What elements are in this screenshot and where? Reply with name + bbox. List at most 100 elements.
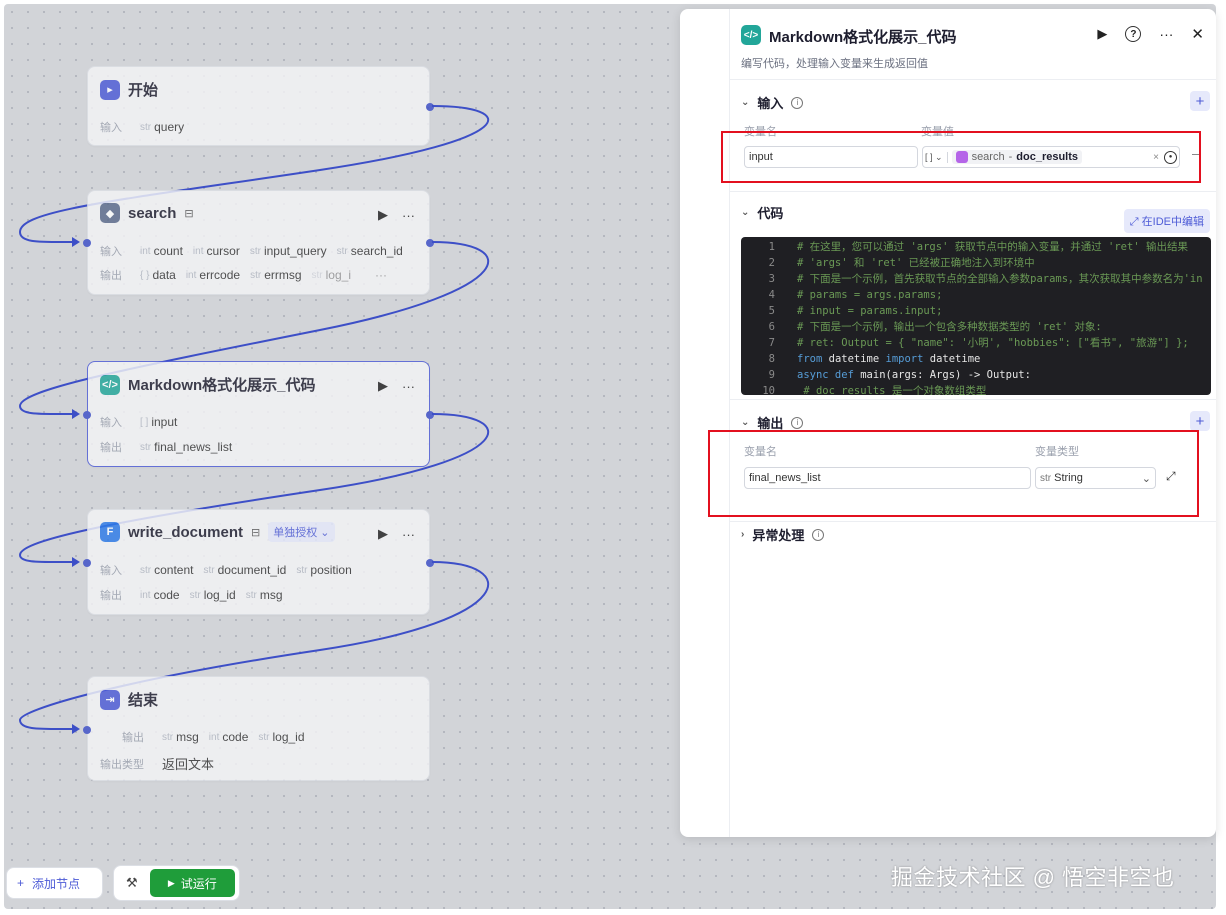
input-section-header[interactable]: ⌄ 输入 i bbox=[741, 93, 804, 112]
help-icon[interactable]: ? bbox=[1125, 26, 1142, 42]
panel-title: Markdown格式化展示_代码 bbox=[769, 29, 957, 46]
node-title: Markdown格式化展示_代码 bbox=[128, 377, 316, 394]
code-token: # ret: Output = { "name": '小明', "hobbies… bbox=[797, 337, 1189, 349]
line-number: 10 bbox=[762, 385, 775, 395]
input-port[interactable] bbox=[83, 726, 91, 734]
document-icon: F bbox=[100, 522, 120, 542]
play-circle-icon: ▸ bbox=[100, 79, 120, 100]
input-label: 输入 bbox=[100, 122, 122, 134]
code-line[interactable]: 7 # ret: Output = { "name": '小明', "hobbie… bbox=[741, 335, 1189, 351]
error-section-header[interactable]: › 异常处理 i bbox=[741, 525, 825, 544]
more-icon[interactable]: ··· bbox=[402, 379, 415, 394]
search-node[interactable]: ◆ search ⊟ ▶ ··· 输入 int count int cursor s… bbox=[83, 190, 434, 295]
start-node[interactable]: ▸ 开始 输入 str query bbox=[87, 66, 434, 146]
add-output-button[interactable]: + bbox=[1190, 411, 1210, 431]
code-editor[interactable]: 1 # 在这里，您可以通过 'args' 获取节点中的输入变量，并通过 'ret'… bbox=[741, 237, 1211, 395]
code-line[interactable]: 5 # input = params.input; bbox=[741, 303, 943, 319]
output-port[interactable] bbox=[426, 411, 434, 419]
input-port[interactable] bbox=[83, 239, 91, 247]
exit-icon: ⇥ bbox=[100, 689, 120, 710]
node-title: write_document bbox=[128, 523, 244, 541]
code-token: datetime bbox=[822, 353, 886, 365]
code-section-header[interactable]: ⌄ 代码 bbox=[741, 203, 783, 222]
node-title: 结束 bbox=[128, 692, 159, 709]
code-token: # doc_results 是一个对象数组类型 bbox=[797, 385, 987, 395]
node-config-panel: </> Markdown格式化展示_代码 编写代码，处理输入变量来生成返回值 ▶… bbox=[680, 9, 1216, 837]
code-token: import bbox=[885, 353, 924, 365]
markdown-node[interactable]: </> Markdown格式化展示_代码 ▶ ··· 输入 [ ] input 输… bbox=[83, 361, 434, 467]
code-token: # 在这里，您可以通过 'args' 获取节点中的输入变量，并通过 'ret' … bbox=[797, 241, 1188, 253]
line-number: 9 bbox=[768, 369, 775, 381]
output-port[interactable] bbox=[426, 239, 434, 247]
highlight-input bbox=[721, 131, 1201, 183]
output-port[interactable] bbox=[426, 559, 434, 567]
test-run-button[interactable]: ▶ 试运行 bbox=[149, 869, 235, 897]
save-icon: ⊟ bbox=[251, 526, 261, 539]
code-token: datetime bbox=[923, 353, 981, 365]
highlight-output bbox=[708, 430, 1199, 517]
code-line[interactable]: 3 # 下面是一个示例，首先获取节点的全部输入参数params，其次获取其中参数名… bbox=[741, 271, 1203, 287]
watermark: 掘金技术社区 @ 悟空非空也 bbox=[891, 865, 1175, 890]
line-number: 5 bbox=[768, 305, 775, 317]
more-icon[interactable]: ··· bbox=[1159, 26, 1173, 42]
chevron-down-icon: ⌄ bbox=[741, 207, 750, 218]
test-toolbar: ⚒ ▶ 试运行 bbox=[113, 865, 240, 901]
input-port[interactable] bbox=[83, 411, 91, 419]
wrench-icon[interactable]: ⚒ bbox=[126, 875, 138, 891]
code-token: async def bbox=[797, 369, 854, 381]
code-token: # 下面是一个示例，首先获取节点的全部输入参数params，其次获取其中参数名为… bbox=[797, 273, 1203, 285]
chevron-right-icon: › bbox=[741, 529, 745, 540]
chevron-down-icon: ⌄ bbox=[741, 417, 750, 428]
plus-icon: + bbox=[17, 876, 25, 890]
auth-badge[interactable]: 单独授权 ⌄ bbox=[268, 522, 335, 542]
more-icon[interactable]: ··· bbox=[402, 208, 415, 223]
save-icon: ⊟ bbox=[184, 207, 194, 220]
code-token: # input = params.input; bbox=[797, 305, 943, 317]
plugin-icon: ◆ bbox=[100, 203, 120, 223]
close-icon[interactable]: ✕ bbox=[1191, 25, 1204, 43]
code-token: # 下面是一个示例，输出一个包含多种数据类型的 'ret' 对象: bbox=[797, 321, 1102, 333]
code-icon: </> bbox=[100, 374, 120, 395]
code-line[interactable]: 2 # 'args' 和 'ret' 已经被正确地注入到环境中 bbox=[741, 255, 1035, 271]
code-line[interactable]: 10 # doc_results 是一个对象数组类型 bbox=[741, 383, 986, 395]
info-icon: i bbox=[791, 96, 804, 109]
run-node-icon[interactable]: ▶ bbox=[378, 378, 388, 394]
line-number: 4 bbox=[768, 289, 775, 301]
edit-in-ide-button[interactable]: ⤢ 在IDE中编辑 bbox=[1123, 209, 1210, 233]
run-node-icon[interactable]: ▶ bbox=[378, 526, 388, 542]
output-port[interactable] bbox=[426, 103, 434, 111]
line-number: 3 bbox=[768, 273, 775, 285]
line-number: 1 bbox=[768, 241, 775, 253]
code-line[interactable]: 8 from datetime import datetime bbox=[741, 351, 981, 367]
chevron-down-icon: ⌄ bbox=[741, 97, 750, 108]
code-token: from bbox=[797, 353, 823, 365]
var-chip: query bbox=[154, 120, 185, 134]
divider bbox=[730, 191, 1216, 192]
code-line[interactable]: 1 # 在这里，您可以通过 'args' 获取节点中的输入变量，并通过 'ret'… bbox=[741, 239, 1188, 255]
line-number: 6 bbox=[768, 321, 775, 333]
play-icon: ▶ bbox=[167, 877, 175, 888]
divider bbox=[730, 521, 1216, 522]
add-node-button[interactable]: + 添加节点 bbox=[6, 867, 103, 899]
code-line[interactable]: 6 # 下面是一个示例，输出一个包含多种数据类型的 'ret' 对象: bbox=[741, 319, 1102, 335]
write-document-node[interactable]: F write_document ⊟ 单独授权 ⌄ ▶ ··· 输入 str co… bbox=[83, 509, 434, 615]
line-number: 7 bbox=[768, 337, 775, 349]
more-icon[interactable]: ··· bbox=[402, 527, 415, 542]
code-icon: </> bbox=[741, 25, 761, 45]
add-input-button[interactable]: + bbox=[1190, 91, 1210, 111]
node-title: 开始 bbox=[128, 82, 159, 99]
info-icon: i bbox=[812, 528, 825, 541]
input-port[interactable] bbox=[83, 559, 91, 567]
panel-description: 编写代码，处理输入变量来生成返回值 bbox=[741, 58, 928, 70]
run-node-icon[interactable]: ▶ bbox=[378, 207, 388, 223]
run-icon[interactable]: ▶ bbox=[1097, 26, 1107, 42]
code-line[interactable]: 4 # params = args.params; bbox=[741, 287, 943, 303]
divider bbox=[730, 399, 1216, 400]
code-token: main(args: Args) -> Output: bbox=[853, 369, 1031, 381]
more-outputs[interactable]: ··· bbox=[375, 268, 387, 282]
node-title: search bbox=[128, 204, 177, 222]
divider bbox=[730, 79, 1216, 80]
end-node[interactable]: ⇥ 结束 输出 str msg int code str log_id 输出类型 返回… bbox=[83, 676, 430, 781]
info-icon: i bbox=[791, 416, 804, 429]
code-line[interactable]: 9 async def main(args: Args) -> Output: bbox=[741, 367, 1031, 383]
